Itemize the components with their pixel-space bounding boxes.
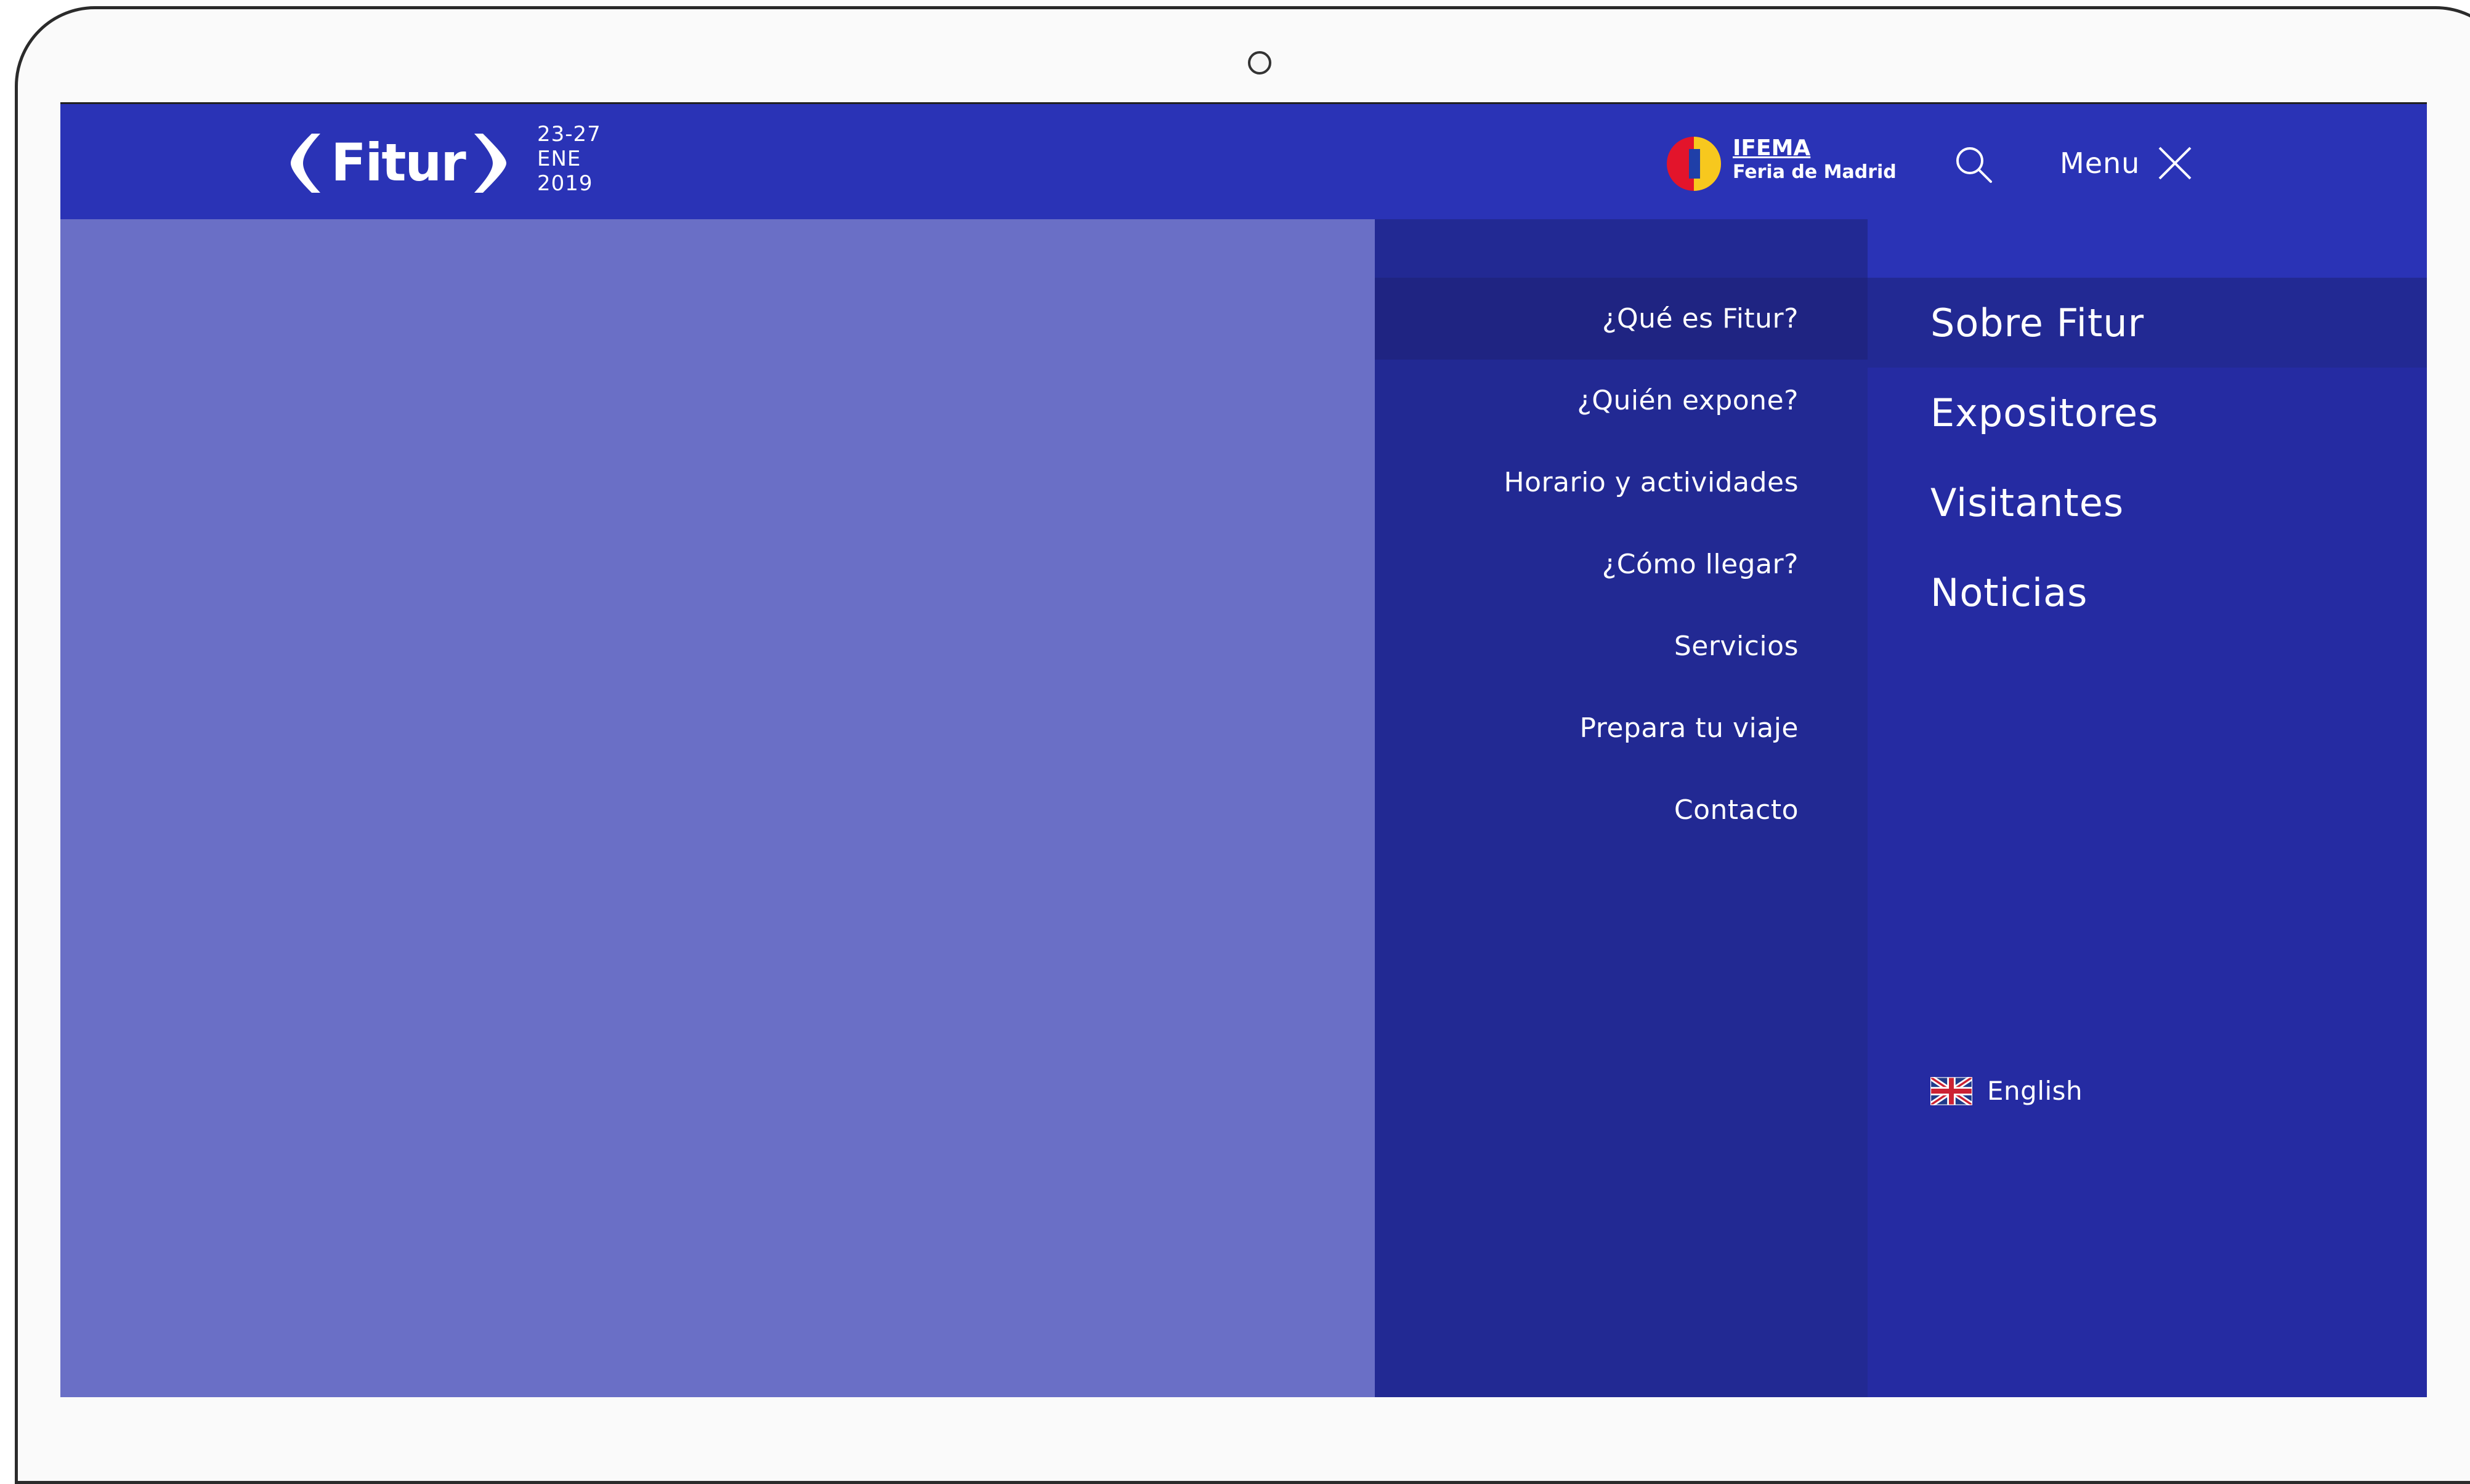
menu-toggle-button[interactable]: Menu [2060, 141, 2193, 185]
event-month: ENE [537, 147, 581, 171]
language-switch[interactable]: English [1930, 1076, 2083, 1106]
mainmenu-item-sobre-fitur[interactable]: Sobre Fitur [1868, 278, 2427, 368]
submenu-item-horario[interactable]: Horario y actividades [1375, 442, 1868, 523]
submenu-item-servicios[interactable]: Servicios [1375, 605, 1868, 687]
mainmenu-item-noticias[interactable]: Noticias [1868, 547, 2427, 637]
submenu-item-quien-expone[interactable]: ¿Quién expone? [1375, 360, 1868, 442]
event-days: 23-27 [537, 122, 601, 147]
submenu-item-contacto[interactable]: Contacto [1375, 769, 1868, 851]
submenu-item-como-llegar[interactable]: ¿Cómo llegar? [1375, 523, 1868, 605]
screen: Fitur 23-27 ENE 2019 IFEMA Feria de Madr… [60, 102, 2427, 1397]
submenu-item-prepara-viaje[interactable]: Prepara tu viaje [1375, 687, 1868, 769]
fitur-logo[interactable]: Fitur [282, 126, 516, 200]
submenu-item-que-es-fitur[interactable]: ¿Qué es Fitur? [1375, 278, 1868, 360]
search-icon[interactable] [1954, 145, 1993, 184]
language-label: English [1987, 1076, 2083, 1106]
event-dates: 23-27 ENE 2019 [537, 122, 601, 196]
site-header: Fitur 23-27 ENE 2019 IFEMA Feria de Madr… [60, 104, 2427, 219]
mainmenu-top-strip [1868, 219, 2427, 278]
submenu-list: ¿Qué es Fitur? ¿Quién expone? Horario y … [1375, 278, 1868, 851]
ifema-subtitle: Feria de Madrid [1733, 161, 1897, 183]
event-year: 2019 [537, 171, 593, 196]
close-icon [2158, 147, 2192, 180]
mainmenu-item-expositores[interactable]: Expositores [1868, 368, 2427, 458]
ifema-name: IFEMA [1733, 135, 1811, 161]
mainmenu-item-visitantes[interactable]: Visitantes [1868, 458, 2427, 547]
logo-text: Fitur [331, 132, 466, 193]
uk-flag-icon [1930, 1076, 1972, 1105]
camera-icon [1248, 51, 1271, 75]
mainmenu-list: Sobre Fitur Expositores Visitantes Notic… [1868, 278, 2427, 637]
menu-label: Menu [2060, 147, 2140, 180]
ifema-mark-icon [1667, 137, 1721, 191]
ifema-logo[interactable]: IFEMA Feria de Madrid [1667, 132, 1897, 193]
